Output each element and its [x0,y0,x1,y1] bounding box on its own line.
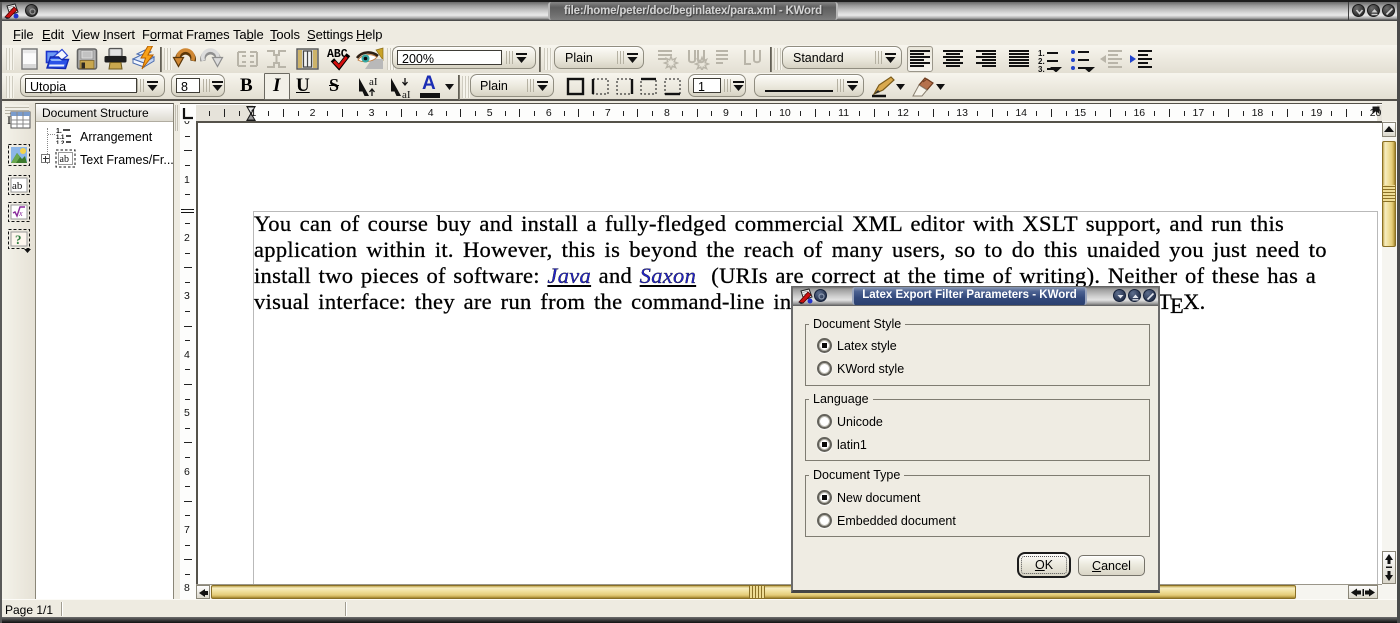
svg-text:?: ? [15,232,22,247]
svg-text:aI: aI [369,76,378,88]
svg-text:ab: ab [12,180,23,192]
svg-text:x: x [18,209,23,218]
svg-text:1.: 1. [56,128,62,135]
svg-text:I: I [7,113,11,127]
svg-text:aI: aI [402,89,411,99]
svg-text:1.2: 1.2 [56,141,65,144]
svg-text:ab: ab [60,154,69,165]
svg-text:3.: 3. [1038,65,1045,72]
